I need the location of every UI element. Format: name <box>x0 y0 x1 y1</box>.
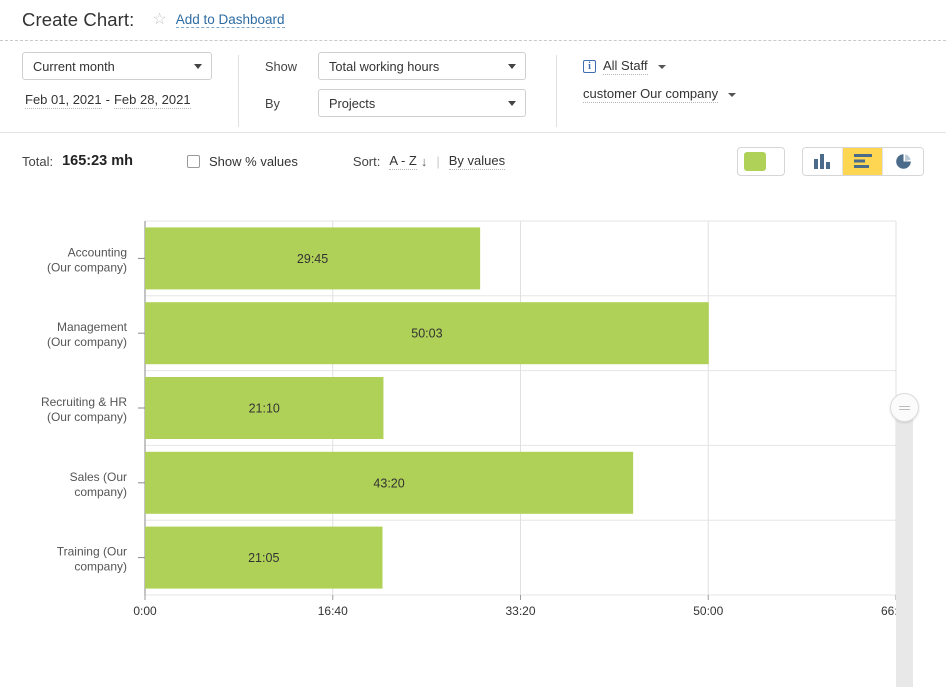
chart-container: 29:45Accounting(Our company)50:03Managem… <box>0 189 946 659</box>
chevron-down-icon <box>194 64 202 69</box>
bar-chart[interactable]: 29:45Accounting(Our company)50:03Managem… <box>0 189 946 659</box>
show-filter-row: Show Total working hours <box>265 52 526 80</box>
checkbox-box[interactable] <box>187 155 200 168</box>
show-label: Show <box>265 59 307 74</box>
sort-controls: Sort: A - Z ↓ | By values <box>353 153 505 170</box>
bar-value-label: 43:20 <box>373 476 404 490</box>
chart-type-switcher <box>802 147 924 176</box>
x-tick-label: 33:20 <box>505 604 535 618</box>
bar-value-label: 21:05 <box>248 551 279 565</box>
scope-filter-group: i All Staff customer Our company <box>557 52 736 103</box>
show-percent-label: Show % values <box>209 154 298 169</box>
date-to[interactable]: Feb 28, 2021 <box>114 92 191 109</box>
total-label: Total: <box>22 154 53 169</box>
filter-bar: Current month Feb 01, 2021 - Feb 28, 202… <box>0 41 946 133</box>
category-label: Accounting <box>68 245 127 259</box>
show-select[interactable]: Total working hours <box>318 52 526 80</box>
bar-value-label: 50:03 <box>411 327 442 341</box>
chart-type-pie-button[interactable] <box>883 148 923 175</box>
bar-value-label: 29:45 <box>297 252 328 266</box>
color-swatch <box>744 152 766 171</box>
metric-filter-group: Show Total working hours By Projects <box>239 52 556 117</box>
category-label: (Our company) <box>47 260 127 274</box>
period-select[interactable]: Current month <box>22 52 212 80</box>
add-to-dashboard-link[interactable]: Add to Dashboard <box>176 12 285 28</box>
bar-value-label: 21:10 <box>249 402 280 416</box>
grip-icon <box>899 406 910 410</box>
category-label: company) <box>74 485 127 499</box>
x-tick-label: 50:00 <box>693 604 723 618</box>
x-tick-label: 16:40 <box>318 604 348 618</box>
info-icon[interactable]: i <box>583 60 596 73</box>
toolbar-right-group <box>737 147 924 176</box>
category-label: Training (Our <box>57 545 127 559</box>
star-icon[interactable]: ☆ <box>152 12 166 28</box>
by-select[interactable]: Projects <box>318 89 526 117</box>
pie-chart-icon <box>895 153 912 170</box>
slider-handle-top[interactable] <box>890 393 919 422</box>
sort-az-label: A - Z <box>389 153 416 170</box>
sort-by-values-button[interactable]: By values <box>449 153 505 170</box>
chevron-down-icon <box>508 64 516 69</box>
period-filter-group: Current month Feb 01, 2021 - Feb 28, 202… <box>0 52 238 109</box>
customer-filter-value[interactable]: customer Our company <box>583 86 718 103</box>
color-picker-button[interactable] <box>737 147 785 176</box>
sort-label: Sort: <box>353 154 380 169</box>
chart-type-bar-button[interactable] <box>843 148 883 175</box>
date-range: Feb 01, 2021 - Feb 28, 2021 <box>22 92 212 109</box>
show-percent-checkbox[interactable]: Show % values <box>187 154 298 169</box>
staff-filter: i All Staff <box>583 58 736 75</box>
vertical-range-slider[interactable] <box>896 411 913 687</box>
arrow-down-icon: ↓ <box>421 154 428 169</box>
sort-alphabetical-button[interactable]: A - Z ↓ <box>389 153 427 170</box>
category-label: (Our company) <box>47 335 127 349</box>
category-label: Sales (Our <box>70 470 127 484</box>
sort-separator: | <box>436 154 439 169</box>
by-select-value: Projects <box>329 96 375 111</box>
date-separator: - <box>106 92 110 107</box>
column-chart-icon <box>814 154 831 169</box>
chart-toolbar: Total: 165:23 mh Show % values Sort: A -… <box>0 133 946 189</box>
total-value: 165:23 mh <box>62 153 133 169</box>
chevron-down-icon[interactable] <box>728 93 736 97</box>
by-filter-row: By Projects <box>265 89 526 117</box>
chevron-down-icon <box>508 101 516 106</box>
category-label: company) <box>74 560 127 574</box>
customer-filter: customer Our company <box>583 86 736 103</box>
period-select-value: Current month <box>33 59 115 74</box>
by-label: By <box>265 96 307 111</box>
category-label: Recruiting & HR <box>41 395 127 409</box>
category-label: (Our company) <box>47 410 127 424</box>
chevron-down-icon[interactable] <box>658 65 666 69</box>
show-select-value: Total working hours <box>329 59 439 74</box>
category-label: Management <box>57 320 128 334</box>
date-from[interactable]: Feb 01, 2021 <box>25 92 102 109</box>
page-title: Create Chart: <box>22 9 134 31</box>
staff-filter-value[interactable]: All Staff <box>603 58 648 75</box>
bar-chart-icon <box>854 154 872 168</box>
chart-type-column-button[interactable] <box>803 148 843 175</box>
x-tick-label: 0:00 <box>133 604 157 618</box>
page-header: Create Chart: ☆ Add to Dashboard <box>0 0 946 41</box>
